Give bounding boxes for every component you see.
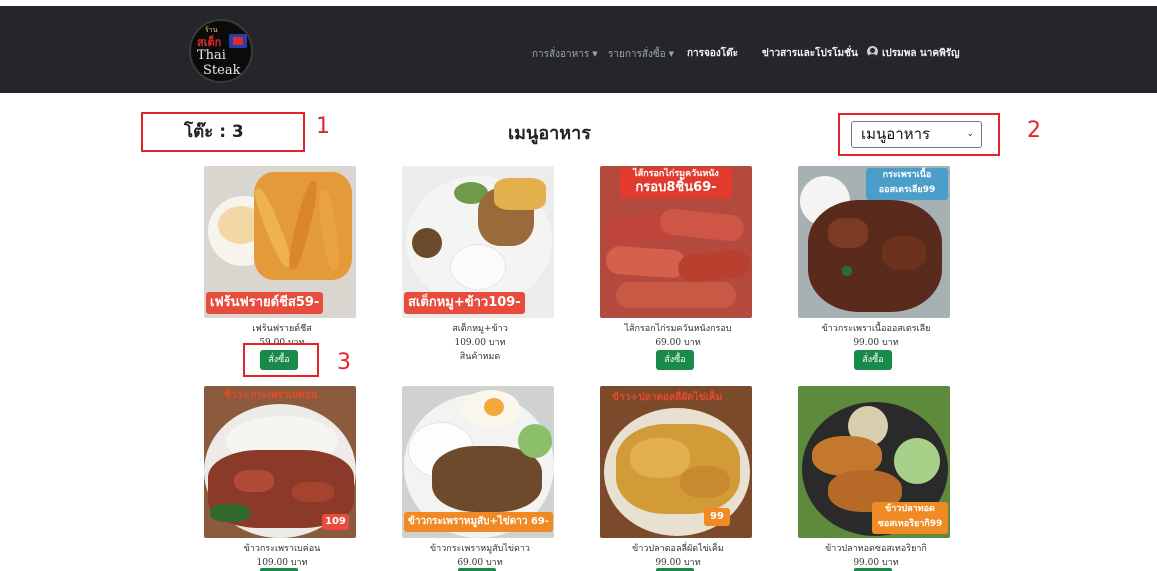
promo-tag: ข้าวปลาทอด ซอสเทอริยากิ99 [872,502,948,534]
nav-order-food[interactable]: การสั่งอาหาร ▼ [532,46,598,62]
page-title: เมนูอาหาร [508,123,591,144]
promo-tag: ไส้กรอกไก่รมควันหนัง กรอบ8ชิ้น69- [620,168,732,198]
promo-tag: กระเพราเนื้อ ออสเตรเลีย99 [866,168,948,200]
menu-item-name: ข้าวปลาทอดซอสเทอริยากิ [825,544,927,554]
promo-line1: ข้าวปลาทอด [885,504,935,514]
brand-logo[interactable]: ร้าน สเต็ก Thai Steak [189,19,253,83]
sold-out-label: สินค้าหมด [459,352,501,362]
nav-order-food-label: การสั่งอาหาร [532,49,590,60]
menu-item-name: ข้าวกระเพราเบค่อน [243,544,321,554]
annotation-box-3 [243,343,319,377]
menu-item-name: ข้าวกระเพราหมูสับไข่ดาว [430,544,530,554]
promo-tag: เฟร้นฟรายด์ชีส59- [206,292,324,314]
promo-line2: กรอบ8ชิ้น69- [635,180,717,195]
caret-down-icon: ▼ [668,50,675,58]
menu-item-image[interactable]: ข้าว+กระเพราเบค่อน 109 [204,386,356,538]
menu-item-image[interactable]: สเต็กหมู+ข้าว109- [402,166,554,318]
order-button[interactable]: สั่งซื้อ [854,350,892,370]
menu-item-price: 109.00 บาท [454,338,506,348]
menu-item-price: 99.00 บาท [853,338,899,348]
menu-item-image[interactable]: เฟร้นฟรายด์ชีส59- [204,166,356,318]
nav-user-menu[interactable]: เปรมพล นาคพิรัญ [867,46,960,62]
menu-item-image[interactable]: กระเพราเนื้อ ออสเตรเลีย99 [798,166,950,318]
thai-flag-icon [229,34,247,48]
menu-item-name: ข้าวกระเพราเนื้อออสเตรเลีย [821,324,931,334]
annotation-number-1: 1 [316,114,330,139]
menu-item-price: 109.00 บาท [256,558,308,568]
menu-item-name: ไส้กรอกไก่รมควันหนังกรอบ [624,324,732,334]
menu-item-image[interactable]: ไส้กรอกไก่รมควันหนัง กรอบ8ชิ้น69- [600,166,752,318]
menu-item-price: 69.00 บาท [457,558,503,568]
menu-item-price: 69.00 บาท [655,338,701,348]
promo-line1: กระเพราเนื้อ [882,170,932,180]
nav-order-list[interactable]: รายการสั่งซื้อ ▼ [608,46,674,62]
price-sticker: 99 [704,508,730,526]
annotation-box-1 [141,112,305,152]
menu-item-name: ข้าวปลาดอลลี่ผัดไข่เค็ม [632,544,724,554]
logo-line1: Thai [197,48,226,63]
promo-tag: ข้าว+กระเพราเบค่อน [224,390,318,401]
user-icon [867,46,878,57]
promo-line1: ไส้กรอกไก่รมควันหนัง [633,169,719,179]
nav-order-list-label: รายการสั่งซื้อ [608,49,666,60]
promo-line2: ออสเตรเลีย99 [878,185,936,195]
nav-table-booking[interactable]: การจองโต๊ะ [687,46,738,62]
promo-line2: ซอสเทอริยากิ99 [877,519,943,529]
menu-item-price: 99.00 บาท [853,558,899,568]
menu-item-image[interactable]: ข้าวปลาทอด ซอสเทอริยากิ99 [798,386,950,538]
annotation-number-2: 2 [1027,118,1041,143]
top-navbar: ร้าน สเต็ก Thai Steak การสั่งอาหาร ▼ รายก… [0,0,1157,93]
menu-item-image[interactable]: ข้าว+ปลาดอลลี่ผัดไข่เค็ม 99 [600,386,752,538]
promo-tag: ข้าวกระเพราหมูสับ+ไข่ดาว 69- [404,512,554,532]
logo-line2: Steak [203,63,241,78]
order-button[interactable]: สั่งซื้อ [656,350,694,370]
menu-item-name: เฟร้นฟรายด์ชีส [252,324,312,334]
annotation-number-3: 3 [337,350,351,375]
nav-news[interactable]: ข่าวสารและโปรโมชั่น [762,46,858,62]
caret-down-icon: ▼ [592,50,598,58]
promo-tag: สเต็กหมู+ข้าว109- [404,292,525,314]
annotation-box-2 [838,113,1000,156]
nav-user-name: เปรมพล นาคพิรัญ [882,48,960,59]
menu-item-price: 99.00 บาท [655,558,701,568]
promo-tag: ข้าว+ปลาดอลลี่ผัดไข่เค็ม [612,392,723,403]
menu-item-name: สเต็กหมู+ข้าว [452,324,508,334]
menu-item-image[interactable]: ข้าวกระเพราหมูสับ+ไข่ดาว 69- [402,386,554,538]
price-sticker: 109 [322,514,349,530]
